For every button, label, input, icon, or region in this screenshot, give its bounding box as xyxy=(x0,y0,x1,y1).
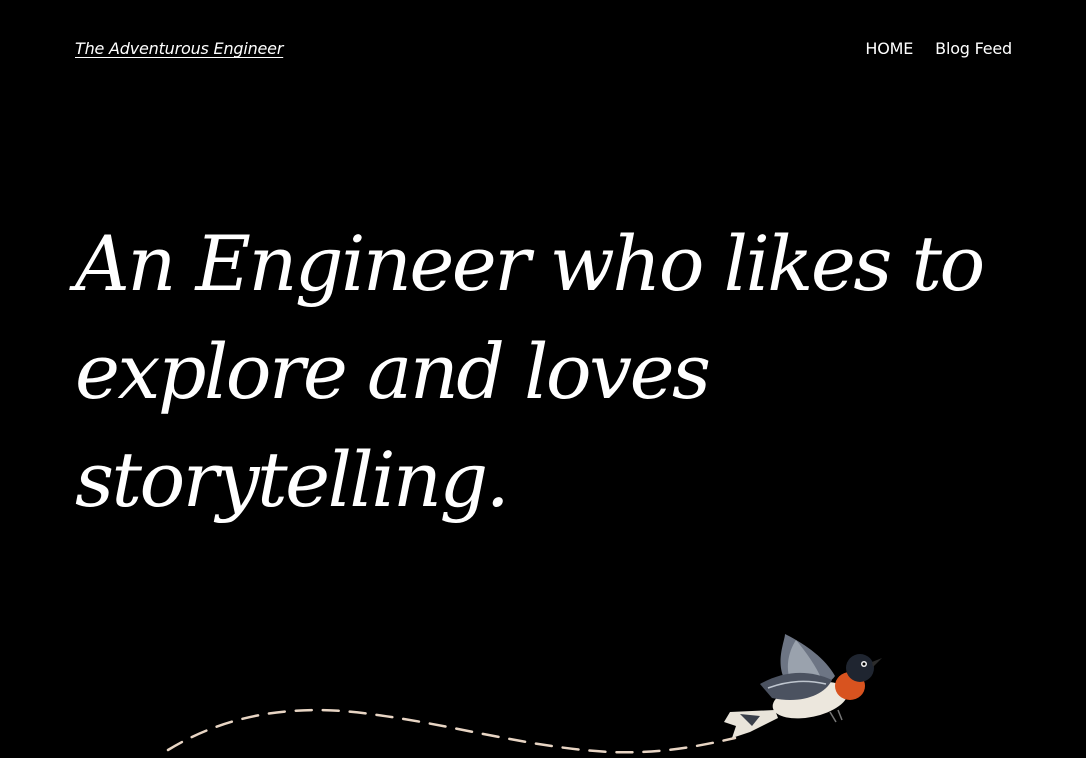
primary-nav: HOME Blog Feed xyxy=(865,39,1012,58)
hero-heading: An Engineer who likes to explore and lov… xyxy=(75,210,1015,534)
bird-illustration xyxy=(166,634,882,754)
nav-item-blog-feed[interactable]: Blog Feed xyxy=(935,39,1012,58)
nav-item-home[interactable]: HOME xyxy=(865,39,913,58)
dashed-flight-trail xyxy=(166,708,737,754)
bird-icon xyxy=(724,634,882,738)
site-title-link[interactable]: The Adventurous Engineer xyxy=(75,39,283,58)
hero-line: explore and loves xyxy=(75,327,711,416)
hero-line: An Engineer who likes to xyxy=(75,219,985,308)
hero-line: storytelling. xyxy=(75,435,510,524)
site-header: The Adventurous Engineer HOME Blog Feed xyxy=(0,0,1086,100)
